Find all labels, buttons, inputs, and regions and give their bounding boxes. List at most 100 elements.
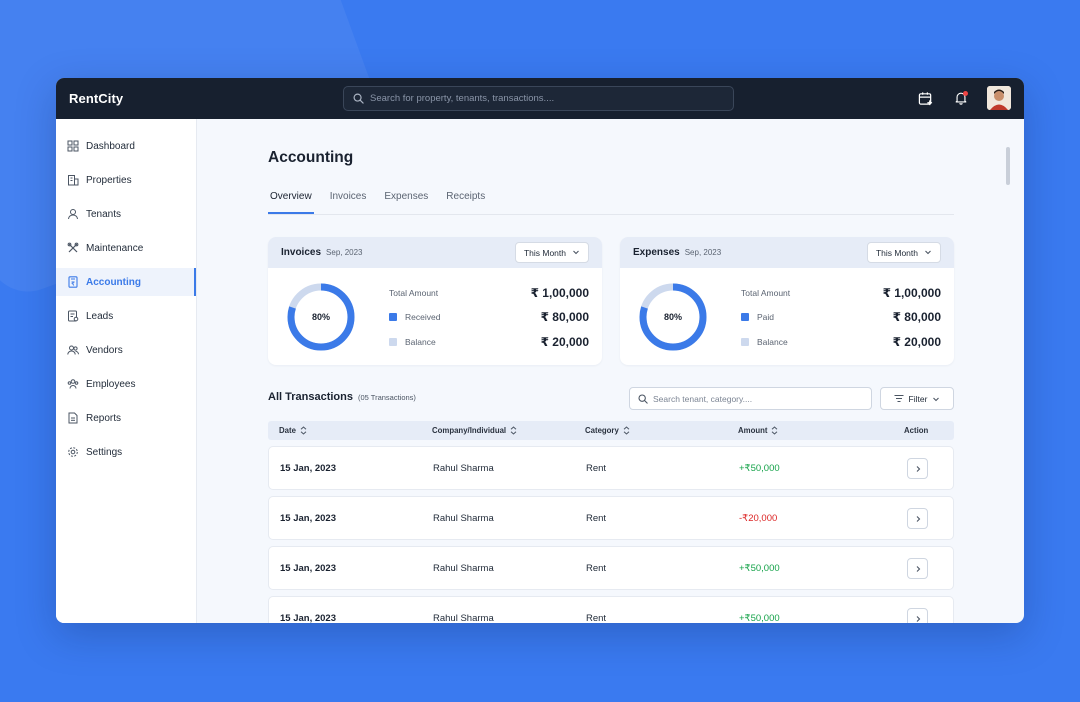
sidebar-item-label: Reports	[86, 412, 122, 424]
row-amount: +₹50,000	[739, 563, 780, 574]
expenses-card-header: Expenses Sep, 2023 This Month	[620, 237, 954, 268]
tab-bar: Overview Invoices Expenses Receipts	[268, 189, 954, 215]
sort-icon	[772, 426, 778, 435]
column-header-date[interactable]: Date	[279, 426, 307, 435]
column-header-label: Company/Individual	[432, 426, 507, 435]
table-row[interactable]: 15 Jan, 2023 Rahul Sharma Rent +₹50,000	[268, 596, 954, 623]
sidebar-item-accounting[interactable]: ₹ Accounting	[56, 268, 196, 296]
sidebar-item-vendors[interactable]: Vendors	[56, 336, 196, 364]
expenses-total-value: ₹ 1,00,000	[882, 286, 941, 300]
expenses-card-period: Sep, 2023	[684, 248, 722, 257]
sidebar-item-maintenance[interactable]: Maintenance	[56, 234, 196, 262]
sidebar-item-leads[interactable]: Leads	[56, 302, 196, 330]
column-header-company[interactable]: Company/Individual	[432, 426, 517, 435]
sidebar-item-label: Settings	[86, 446, 123, 458]
top-icons	[917, 86, 1011, 110]
sidebar-item-label: Properties	[86, 174, 132, 186]
invoices-received-row: Received ₹ 80,000	[389, 309, 589, 325]
transactions-count: (05 Transactions)	[357, 393, 416, 402]
invoices-card: Invoices Sep, 2023 This Month 80% Total …	[268, 237, 602, 365]
expenses-period-select[interactable]: This Month	[866, 242, 941, 263]
sidebar-item-tenants[interactable]: Tenants	[56, 200, 196, 228]
sidebar-item-employees[interactable]: Employees	[56, 370, 196, 398]
column-header-amount[interactable]: Amount	[738, 426, 778, 435]
chevron-down-icon	[924, 248, 932, 258]
invoices-card-title: Invoices	[281, 247, 322, 258]
table-row[interactable]: 15 Jan, 2023 Rahul Sharma Rent +₹50,000	[268, 546, 954, 590]
sidebar-item-settings[interactable]: Settings	[56, 438, 196, 466]
column-header-category[interactable]: Category	[585, 426, 630, 435]
row-action-button[interactable]	[907, 608, 928, 623]
avatar[interactable]	[987, 86, 1011, 110]
invoices-period-select-label: This Month	[523, 247, 566, 258]
chevron-right-icon	[916, 515, 920, 522]
received-legend-swatch	[389, 313, 397, 321]
invoices-period-select[interactable]: This Month	[514, 242, 589, 263]
row-date: 15 Jan, 2023	[280, 463, 336, 474]
tab-invoices[interactable]: Invoices	[328, 189, 369, 214]
sidebar-item-label: Maintenance	[86, 242, 144, 254]
invoices-donut-percent: 80%	[311, 312, 330, 322]
column-header-label: Action	[904, 426, 929, 435]
building-icon	[66, 174, 79, 187]
row-action-button[interactable]	[907, 558, 928, 579]
notification-dot	[963, 90, 968, 96]
sidebar: Dashboard Properties Tenants Maintenance…	[56, 119, 197, 623]
expenses-card-title: Expenses	[633, 247, 680, 258]
expenses-total-row: Total Amount ₹ 1,00,000	[741, 285, 941, 301]
row-date: 15 Jan, 2023	[280, 513, 336, 524]
sidebar-item-properties[interactable]: Properties	[56, 166, 196, 194]
row-category: Rent	[586, 563, 607, 574]
table-row[interactable]: 15 Jan, 2023 Rahul Sharma Rent -₹20,000	[268, 496, 954, 540]
chevron-down-icon	[933, 397, 940, 401]
row-category: Rent	[586, 513, 607, 524]
sidebar-item-label: Tenants	[86, 208, 122, 220]
expenses-balance-label: Balance	[757, 337, 788, 347]
calendar-plus-icon[interactable]	[917, 90, 934, 107]
sort-icon	[510, 426, 517, 435]
chevron-right-icon	[916, 565, 920, 572]
row-date: 15 Jan, 2023	[280, 613, 336, 623]
tab-expenses[interactable]: Expenses	[382, 189, 430, 214]
chevron-down-icon	[572, 248, 580, 258]
transactions-search[interactable]	[629, 387, 872, 410]
tab-overview[interactable]: Overview	[268, 189, 314, 214]
invoices-total-label: Total Amount	[389, 288, 439, 298]
sidebar-item-label: Employees	[86, 378, 136, 390]
sidebar-item-dashboard[interactable]: Dashboard	[56, 132, 196, 160]
transactions-title-text: All Transactions	[268, 391, 353, 403]
bell-icon[interactable]	[952, 90, 969, 107]
transactions-title: All Transactions (05 Transactions)	[268, 391, 416, 403]
expenses-balance-row: Balance ₹ 20,000	[741, 334, 941, 350]
row-date: 15 Jan, 2023	[280, 563, 336, 574]
scrollbar-thumb[interactable]	[1006, 147, 1010, 185]
vendors-icon	[66, 344, 79, 357]
sidebar-item-label: Vendors	[86, 344, 123, 356]
brand-logo[interactable]: RentCity	[69, 91, 123, 106]
tab-receipts[interactable]: Receipts	[444, 189, 487, 214]
invoices-received-label: Received	[405, 312, 441, 322]
svg-text:₹: ₹	[71, 281, 75, 288]
row-action-button[interactable]	[907, 508, 928, 529]
filter-button[interactable]: Filter	[880, 387, 954, 410]
calculator-icon: ₹	[66, 276, 79, 289]
invoices-total-value: ₹ 1,00,000	[530, 286, 589, 300]
search-icon	[353, 93, 364, 104]
expenses-balance-value: ₹ 20,000	[892, 335, 941, 349]
row-action-button[interactable]	[907, 458, 928, 479]
sidebar-item-reports[interactable]: Reports	[56, 404, 196, 432]
column-header-action: Action	[904, 426, 928, 435]
global-search[interactable]	[343, 86, 734, 111]
sidebar-item-label: Dashboard	[86, 140, 135, 152]
dashboard-icon	[66, 140, 79, 153]
expenses-card: Expenses Sep, 2023 This Month 80% Total …	[620, 237, 954, 365]
invoices-card-period: Sep, 2023	[326, 248, 363, 257]
transactions-search-input[interactable]	[653, 393, 853, 404]
table-row[interactable]: 15 Jan, 2023 Rahul Sharma Rent +₹50,000	[268, 446, 954, 490]
column-header-label: Category	[585, 426, 619, 435]
chevron-right-icon	[916, 615, 920, 622]
global-search-input[interactable]	[370, 93, 710, 104]
invoices-received-value: ₹ 80,000	[540, 310, 589, 324]
report-icon	[66, 412, 79, 425]
expenses-paid-row: Paid ₹ 80,000	[741, 309, 941, 325]
